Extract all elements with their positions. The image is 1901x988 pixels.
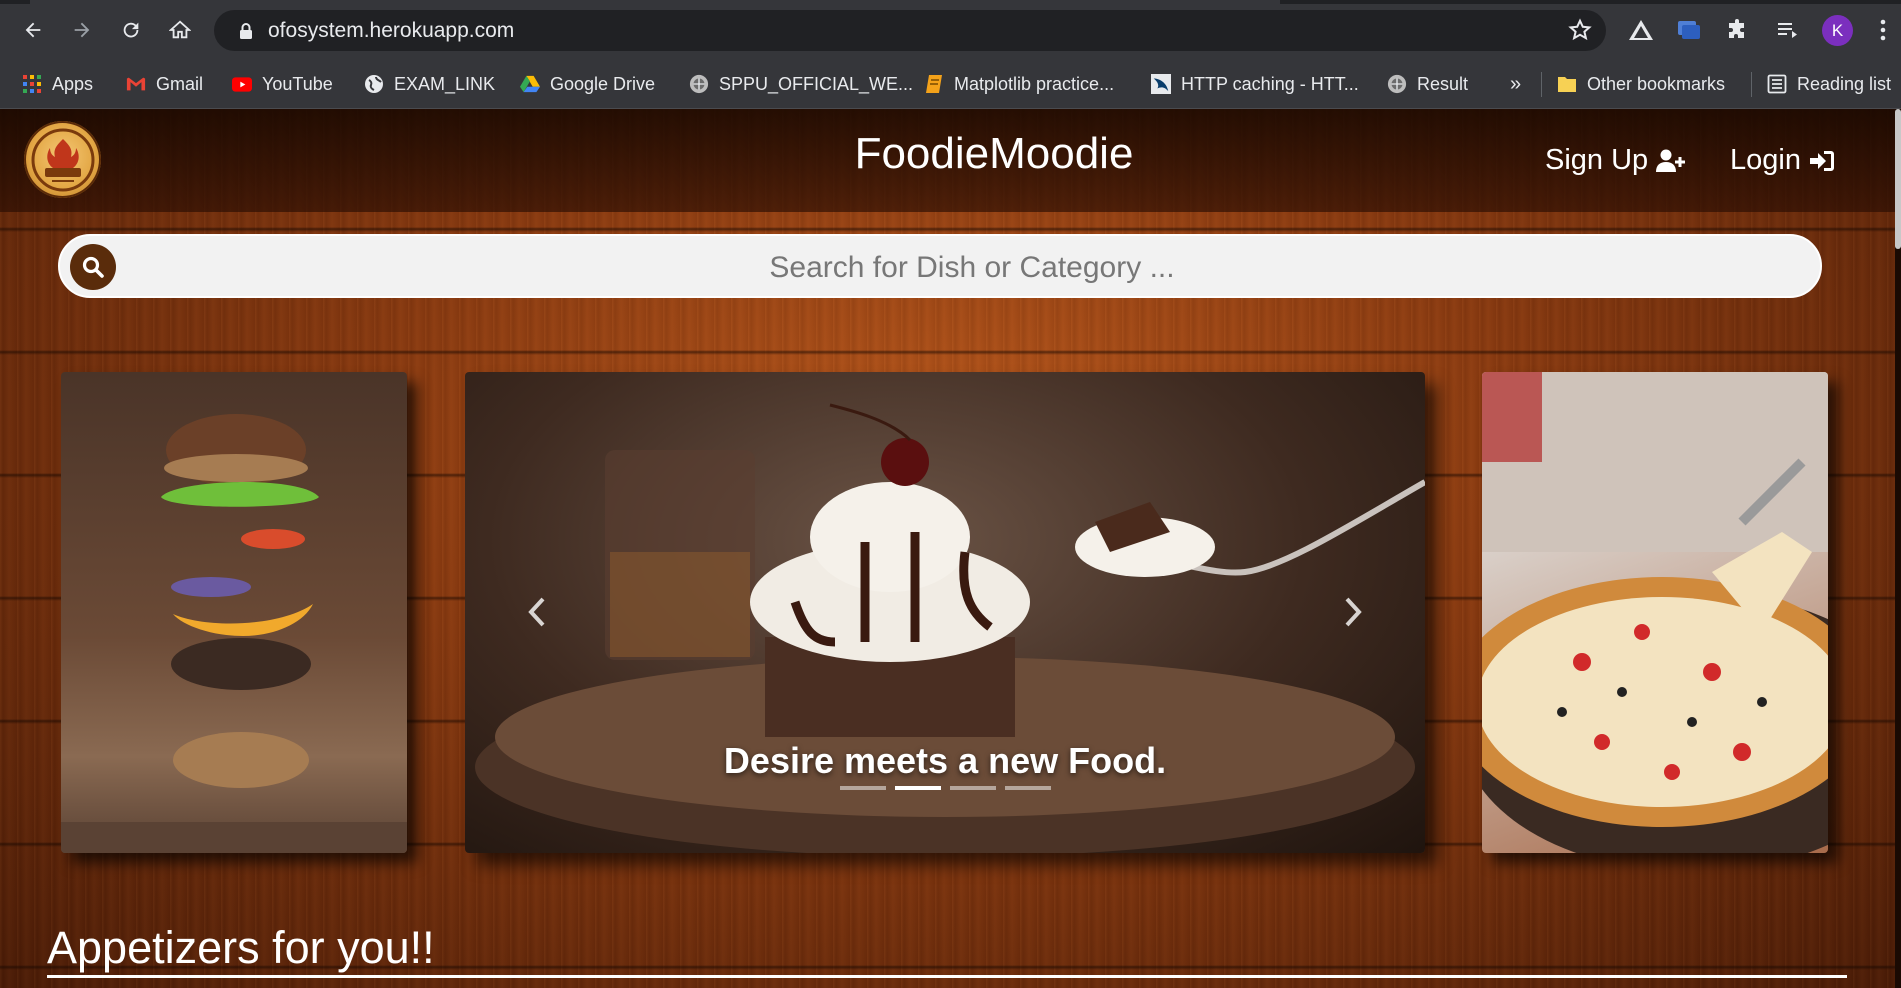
carousel-caption: Desire meets a new Food. xyxy=(723,740,1167,781)
extension-window-icon[interactable] xyxy=(1672,13,1706,47)
site-navbar: FoodieMoodie Sign Up Login xyxy=(0,109,1895,212)
reload-icon xyxy=(123,22,139,38)
browser-menu-icon[interactable] xyxy=(1866,13,1900,47)
chevron-right-icon xyxy=(1345,597,1362,627)
pizza-illustration xyxy=(1482,372,1828,853)
bookmark-label: Reading list xyxy=(1797,73,1892,94)
back-arrow-icon xyxy=(25,22,41,38)
bookmark-gmail[interactable]: Gmail xyxy=(126,60,203,108)
sign-in-icon xyxy=(1809,150,1834,171)
hero-carousel[interactable]: Desire meets a new Food. xyxy=(465,372,1425,853)
sppu-icon xyxy=(689,74,709,94)
bookmark-google-drive[interactable]: Google Drive xyxy=(520,60,655,108)
bookmark-label: SPPU_OFFICIAL_WE... xyxy=(719,73,914,94)
tab-strip xyxy=(0,0,1901,4)
section-title-appetizers: Appetizers for you!! xyxy=(47,922,435,973)
profile-avatar[interactable]: K xyxy=(1822,15,1853,46)
bookmark-exam-link[interactable]: EXAM_LINK xyxy=(364,60,495,108)
carousel-indicator[interactable] xyxy=(950,786,996,790)
bookmark-label: Google Drive xyxy=(550,73,656,94)
reload-button[interactable] xyxy=(114,13,148,47)
reading-list-icon xyxy=(1767,74,1787,94)
back-button[interactable] xyxy=(16,13,50,47)
reading-list-button[interactable]: Reading list xyxy=(1767,60,1891,108)
bookmark-http-caching[interactable]: HTTP caching - HTT... xyxy=(1151,60,1359,108)
media-queue-icon[interactable] xyxy=(1770,13,1804,47)
notebook-icon xyxy=(924,74,944,94)
section-divider xyxy=(47,975,1847,978)
lock-icon xyxy=(234,22,258,40)
bookmark-other-bookmarks[interactable]: Other bookmarks xyxy=(1557,60,1725,108)
carousel-prev-button[interactable] xyxy=(517,592,557,632)
gmail-icon xyxy=(126,74,146,94)
carousel-indicators xyxy=(840,786,1060,790)
bookmark-youtube[interactable]: YouTube xyxy=(232,60,333,108)
scrollbar-thumb[interactable] xyxy=(1895,109,1901,249)
burger-illustration xyxy=(61,414,407,853)
url-text[interactable]: ofosystem.herokuapp.com xyxy=(268,19,514,43)
browser-toolbar: ofosystem.herokuapp.com K xyxy=(0,0,1901,60)
burger-promo-image[interactable] xyxy=(61,372,407,853)
bookmarks-separator xyxy=(1751,72,1752,97)
search-bar xyxy=(58,234,1822,298)
home-button[interactable] xyxy=(163,13,197,47)
bookmarks-bar: Apps Gmail YouTube EXAM_LINK Google Driv… xyxy=(0,60,1901,109)
sppu-icon xyxy=(1387,74,1407,94)
bookmark-result[interactable]: Result xyxy=(1387,60,1468,108)
bookmark-label: Other bookmarks xyxy=(1587,73,1726,94)
signup-label: Sign Up xyxy=(1545,144,1649,176)
page-scrollbar[interactable] xyxy=(1895,109,1901,988)
user-plus-icon xyxy=(1656,149,1686,172)
bookmark-label: EXAM_LINK xyxy=(394,73,496,94)
carousel-indicator[interactable] xyxy=(1005,786,1051,790)
bookmark-label: YouTube xyxy=(262,73,333,94)
carousel-indicator[interactable] xyxy=(840,786,886,790)
youtube-icon xyxy=(232,74,252,94)
carousel-next-button[interactable] xyxy=(1333,592,1373,632)
forward-arrow-icon xyxy=(74,22,90,38)
search-input[interactable] xyxy=(130,242,1814,294)
search-button[interactable] xyxy=(70,244,116,290)
mdn-icon xyxy=(1151,74,1171,94)
google-drive-icon xyxy=(520,74,540,94)
pizza-promo-image[interactable] xyxy=(1482,372,1828,853)
bookmark-matplotlib[interactable]: Matplotlib practice... xyxy=(924,60,1114,108)
search-icon xyxy=(82,256,104,278)
bookmark-label: HTTP caching - HTT... xyxy=(1181,73,1359,94)
login-link[interactable]: Login xyxy=(1730,144,1835,177)
bookmark-apps[interactable]: Apps xyxy=(22,60,93,108)
bookmarks-overflow-button[interactable]: » xyxy=(1510,60,1521,108)
carousel-indicator-active[interactable] xyxy=(895,786,941,790)
globe-icon xyxy=(364,74,384,94)
extensions-puzzle-icon[interactable] xyxy=(1721,13,1755,47)
bookmark-label: Matplotlib practice... xyxy=(954,73,1115,94)
apps-grid-icon xyxy=(22,74,42,94)
bookmark-sppu-official[interactable]: SPPU_OFFICIAL_WE... xyxy=(689,60,913,108)
bookmark-label: Apps xyxy=(52,73,94,94)
login-label: Login xyxy=(1730,144,1801,176)
page-body: FoodieMoodie Sign Up Login Search for Di… xyxy=(0,109,1901,988)
active-tab[interactable] xyxy=(30,0,1280,4)
home-icon xyxy=(169,20,191,39)
extension-triangle-icon[interactable] xyxy=(1624,13,1658,47)
folder-icon xyxy=(1557,74,1577,94)
bookmarks-separator xyxy=(1541,72,1542,97)
address-bar[interactable]: ofosystem.herokuapp.com xyxy=(214,10,1606,51)
forward-button[interactable] xyxy=(65,13,99,47)
bookmark-label: Result xyxy=(1417,73,1469,94)
chevron-left-icon xyxy=(528,597,545,627)
bookmark-label: Gmail xyxy=(156,73,204,94)
bookmark-star-icon[interactable] xyxy=(1568,18,1592,47)
signup-link[interactable]: Sign Up xyxy=(1545,144,1686,177)
